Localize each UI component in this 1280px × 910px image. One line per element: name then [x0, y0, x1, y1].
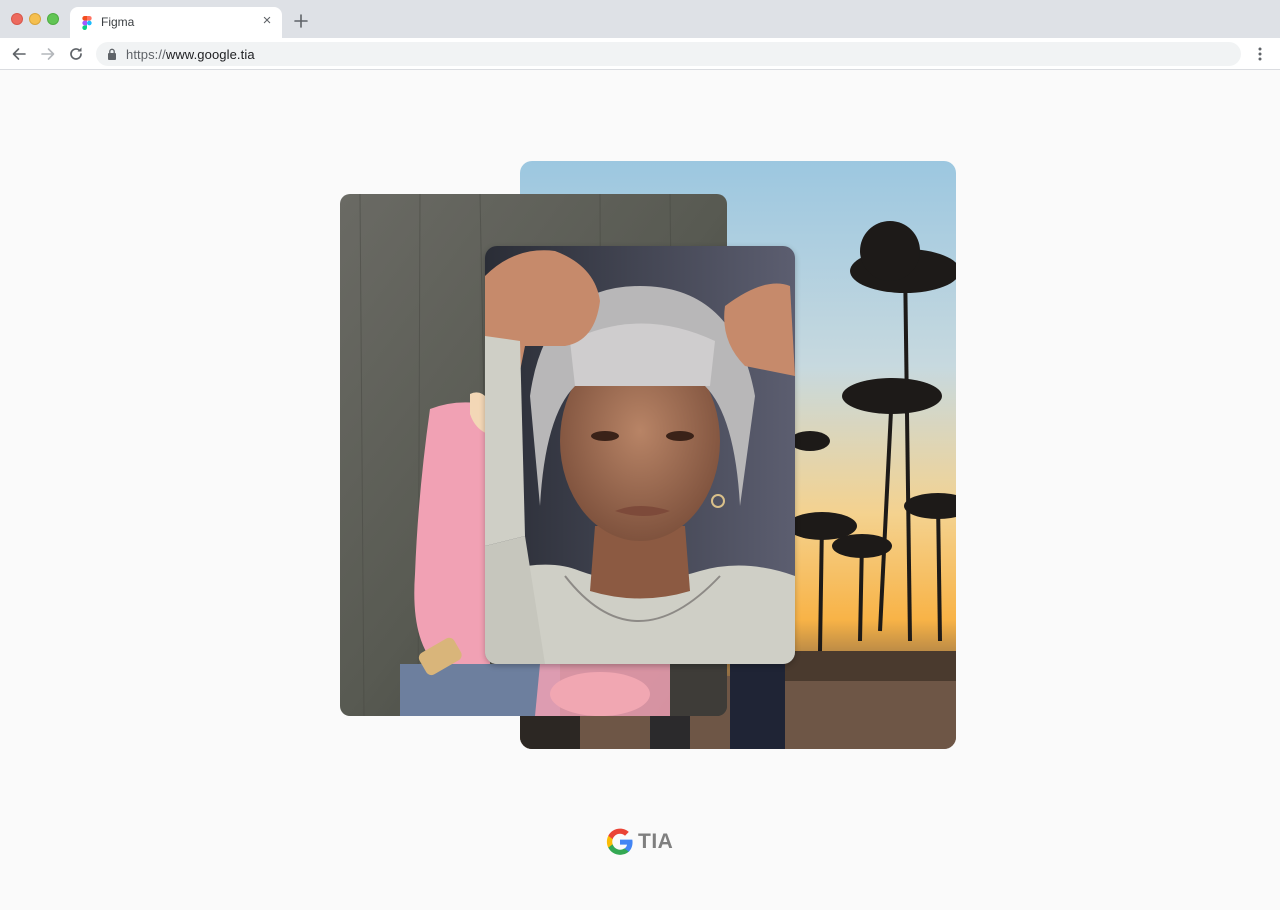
google-g-logo: [606, 828, 633, 855]
browser-tab[interactable]: Figma ×: [70, 7, 282, 38]
window-zoom-button[interactable]: [47, 13, 59, 25]
figma-icon: [82, 16, 92, 30]
kebab-menu-icon[interactable]: [1250, 45, 1270, 63]
tab-strip: Figma ×: [0, 0, 1280, 38]
plus-icon[interactable]: [292, 12, 310, 30]
page-content: TIA: [0, 71, 1280, 910]
address-bar[interactable]: https://www.google.tia: [96, 42, 1241, 66]
arrow-left-icon[interactable]: [9, 44, 29, 64]
brand-text: TIA: [638, 830, 674, 853]
browser-toolbar: https://www.google.tia: [0, 38, 1280, 70]
url-text[interactable]: https://www.google.tia: [126, 47, 255, 62]
close-icon[interactable]: ×: [260, 13, 274, 28]
reload-icon[interactable]: [66, 44, 86, 64]
man-bucket-hat-portrait-photo: [485, 246, 795, 664]
brand-logo: TIA: [606, 828, 673, 856]
tab-title: Figma: [101, 15, 135, 29]
arrow-right-icon[interactable]: [38, 44, 58, 64]
url-host: www.google.tia: [165, 47, 255, 62]
url-scheme: https://: [126, 47, 166, 62]
lock-icon[interactable]: [107, 48, 117, 60]
window-close-button[interactable]: [11, 13, 23, 25]
window-minimize-button[interactable]: [29, 13, 41, 25]
